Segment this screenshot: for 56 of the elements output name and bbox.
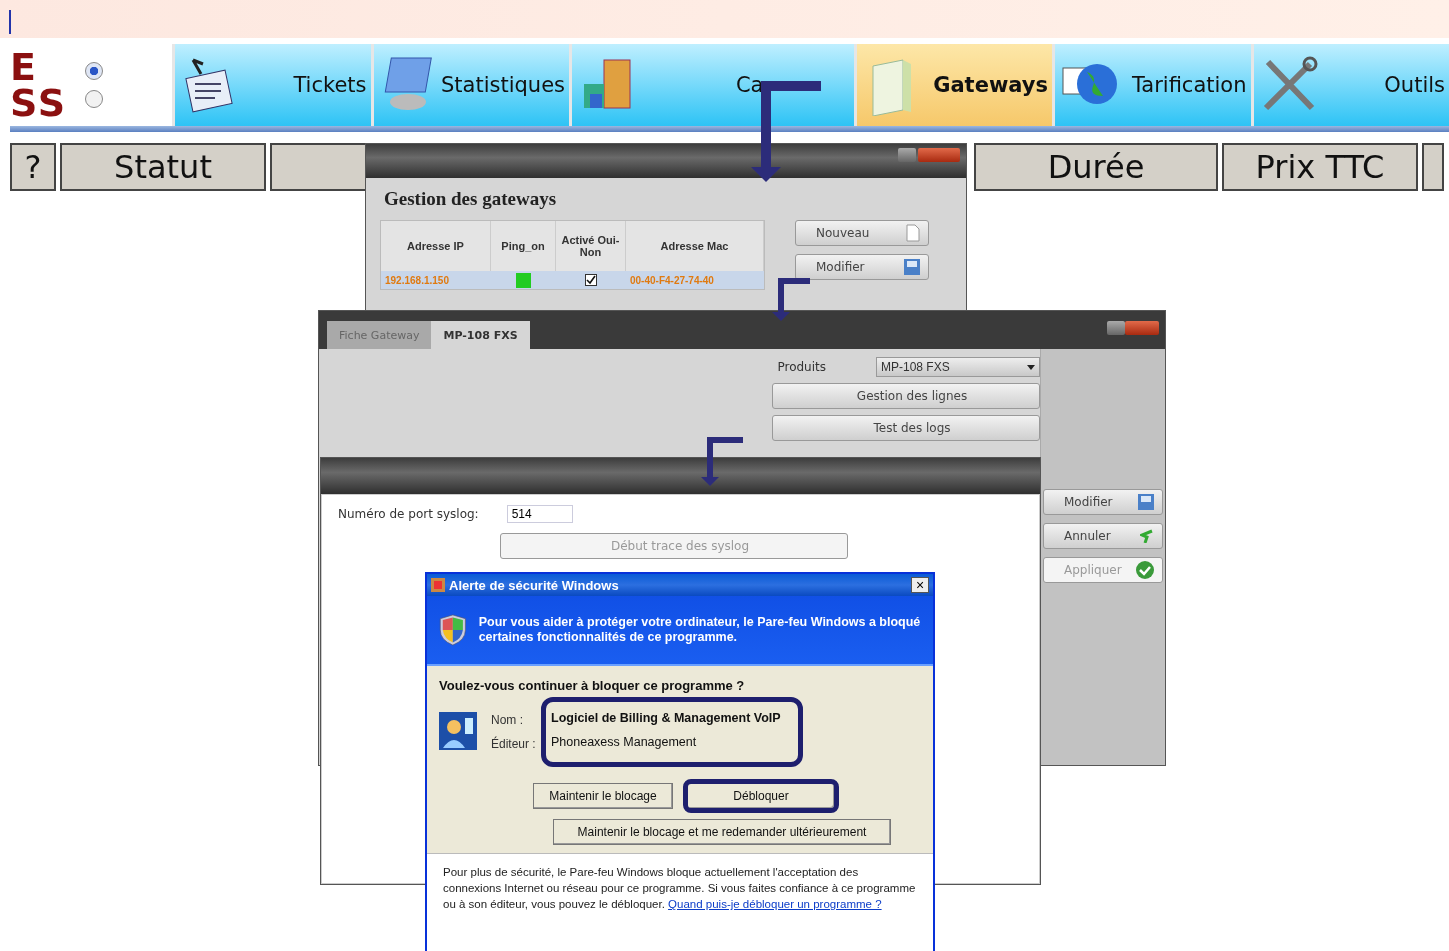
minimize-button[interactable] [898, 148, 916, 162]
window-button[interactable]: Nouveau [795, 220, 929, 246]
floppy-icon [1138, 494, 1154, 510]
radio-button[interactable] [85, 90, 104, 108]
table-cell-text: 192.168.1.150 [384, 274, 450, 286]
firewall-icon [431, 578, 445, 592]
page-icon [906, 224, 920, 242]
check-icon [1136, 561, 1154, 579]
product-dropdown[interactable]: MP-108 FXS [876, 357, 1040, 377]
help-link[interactable]: Quand puis-je débloquer un programme ? [668, 898, 882, 910]
scroll-button[interactable] [1422, 143, 1444, 191]
field-label: Nom : [491, 712, 524, 727]
dialog-title: Alerte de sécurité Windows [449, 577, 619, 593]
radio-button[interactable] [85, 62, 104, 80]
nav-tab[interactable]: Tarification [1055, 44, 1251, 126]
column-header: Statut [60, 143, 266, 191]
window-title: Gestion des gateways [383, 187, 558, 211]
text-cursor [9, 10, 11, 34]
connector-arrow [772, 278, 810, 321]
connector-arrow [701, 437, 743, 486]
tab[interactable]: MP-108 FXS [431, 321, 530, 349]
side-button[interactable]: Annuler [1043, 523, 1163, 549]
dialog-button[interactable]: Débloquer [683, 779, 839, 813]
field-label: Éditeur : [491, 735, 537, 751]
floppy-icon [904, 259, 920, 275]
field-value: Logiciel de Billing & Management VoIP [550, 711, 781, 727]
nav-tab[interactable]: Tickets [175, 44, 371, 126]
table-cell-text: 00-40-F4-27-74-40 [629, 274, 715, 286]
column-header: Prix TTC [1222, 143, 1418, 191]
port-field[interactable]: 514 [506, 505, 573, 523]
dialog-button[interactable]: Maintenir le blocage et me redemander ultérieurement [553, 819, 891, 845]
banner-text: Pour vous aider à protéger votre ordinateur, le Pare-feu Windows a bloqué certaines fonctionnalités de ce programme. [478, 615, 921, 645]
logo: E SS [10, 49, 68, 121]
nav-tab[interactable]: Gateways [856, 44, 1052, 126]
question-text: Voulez-vous continuer à bloquer ce programme ? [438, 677, 746, 695]
close-button[interactable] [918, 148, 960, 162]
close-button[interactable] [1125, 321, 1159, 335]
user-icon [439, 712, 477, 750]
nav-tab[interactable]: Outils [1253, 44, 1449, 126]
window-button[interactable]: Test des logs [772, 415, 1040, 441]
field-label: Produits [777, 360, 826, 374]
minimize-button[interactable] [1107, 321, 1125, 335]
window-button[interactable]: Gestion des lignes [772, 383, 1040, 409]
field-value: Phoneaxess Management [550, 735, 698, 751]
column-header: ? [10, 143, 56, 191]
field-label: Numéro de port syslog: [338, 507, 479, 521]
footer-text: Pour plus de sécurité, le Pare-feu Windows bloque actuellement l'acceptation des connexions Internet ou réseau pour ce programme. Si vous faites confiance à ce programme ou à son éditeur, vous pouvez le débloquer. Quand puis-je débloquer un programme ? [427, 853, 933, 951]
dialog-button[interactable]: Maintenir le blocage [533, 783, 673, 809]
window-button[interactable]: Modifier [795, 254, 929, 280]
column-header: Durée [974, 143, 1218, 191]
checkbox[interactable] [585, 274, 597, 286]
nav-tab[interactable]: Statistiques [373, 44, 569, 126]
side-button[interactable]: Modifier [1043, 489, 1163, 515]
nav-tab[interactable]: Ca [572, 44, 854, 126]
caret-icon [1027, 364, 1035, 370]
close-button[interactable]: × [911, 577, 929, 593]
